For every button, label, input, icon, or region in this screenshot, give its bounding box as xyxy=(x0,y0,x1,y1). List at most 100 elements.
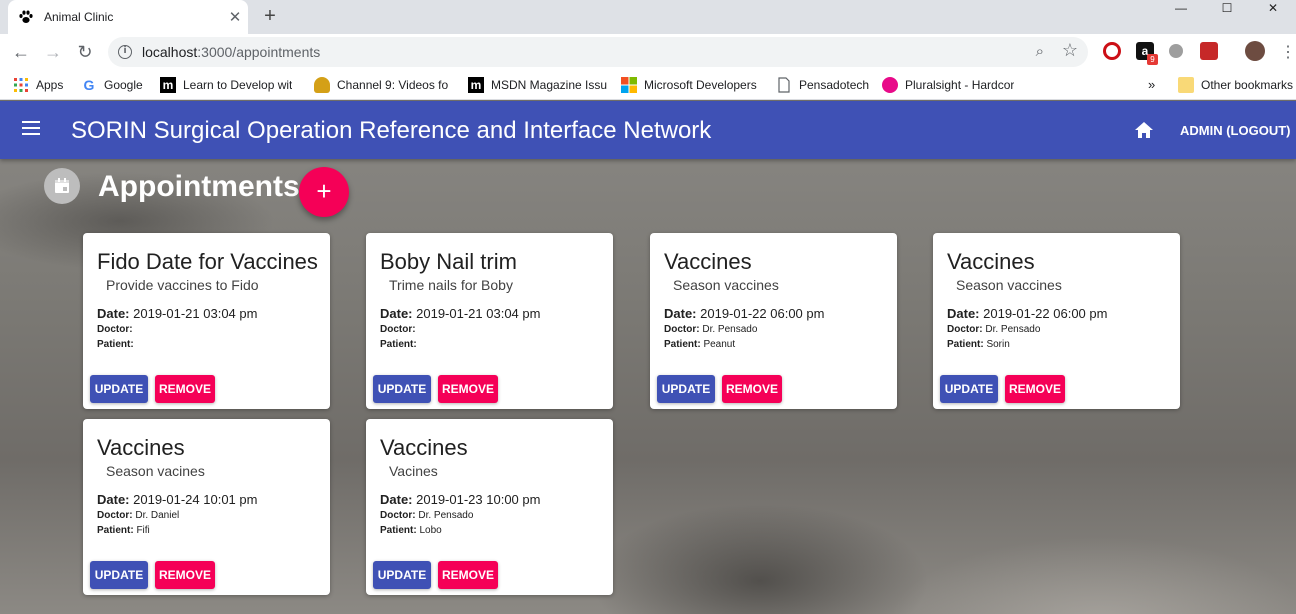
channel9-icon xyxy=(314,77,330,93)
bookmarks-bar: Apps G Google m Learn to Develop wit Cha… xyxy=(0,70,1296,100)
appointment-description: Vacines xyxy=(389,463,438,479)
back-icon[interactable]: ← xyxy=(8,39,34,65)
appointment-card: Vaccines Season vacines Date: 2019-01-24… xyxy=(83,419,330,595)
bookmarks-overflow-button[interactable]: » xyxy=(1148,77,1155,92)
appointment-card: Fido Date for Vaccines Provide vaccines … xyxy=(83,233,330,409)
appointment-date: Date: 2019-01-23 10:00 pm xyxy=(380,492,541,507)
appointment-doctor: Doctor: Dr. Daniel xyxy=(97,510,180,521)
app-title: SORIN Surgical Operation Reference and I… xyxy=(71,117,712,144)
appointment-title: Vaccines xyxy=(97,435,185,460)
bookmark-channel9[interactable]: Channel 9: Videos fo xyxy=(314,77,448,93)
browser-toolbar: ← → ↻ i localhost:3000/appointments ⌕ ☆ … xyxy=(0,34,1296,70)
appointment-title: Vaccines xyxy=(380,435,468,460)
appointment-date: Date: 2019-01-21 03:04 pm xyxy=(97,306,258,321)
add-appointment-button[interactable]: + xyxy=(299,167,349,217)
remove-button[interactable]: REMOVE xyxy=(155,375,215,403)
zoom-icon[interactable]: ⌕ xyxy=(1036,43,1044,60)
page-icon xyxy=(778,77,790,93)
apps-grid-icon xyxy=(14,78,28,92)
folder-icon xyxy=(1178,77,1194,93)
browser-tab[interactable]: Animal Clinic ✕ xyxy=(8,0,248,34)
remove-button[interactable]: REMOVE xyxy=(438,561,498,589)
window-controls: — ☐ ✕ xyxy=(1158,0,1296,16)
logout-button[interactable]: ADMIN (LOGOUT) xyxy=(1180,123,1290,138)
bookmark-star-icon[interactable]: ☆ xyxy=(1062,40,1078,61)
appointment-title: Vaccines xyxy=(664,249,752,274)
update-button[interactable]: UPDATE xyxy=(373,561,431,589)
profile-avatar[interactable] xyxy=(1245,41,1265,61)
m-icon: m xyxy=(160,77,176,93)
hamburger-menu-icon[interactable] xyxy=(22,121,40,135)
appointment-card: Vaccines Vacines Date: 2019-01-23 10:00 … xyxy=(366,419,613,595)
circle-extension-icon[interactable] xyxy=(1169,44,1183,58)
appointment-date: Date: 2019-01-22 06:00 pm xyxy=(664,306,825,321)
bookmark-pluralsight[interactable]: Pluralsight - Hardcor xyxy=(882,77,1014,93)
home-icon[interactable] xyxy=(1134,121,1154,139)
appointment-patient: Patient: Peanut xyxy=(664,339,736,350)
browser-tab-strip: Animal Clinic ✕ + — ☐ ✕ xyxy=(0,0,1296,34)
red-extension-icon[interactable] xyxy=(1200,42,1218,60)
update-button[interactable]: UPDATE xyxy=(90,375,148,403)
appointment-date: Date: 2019-01-21 03:04 pm xyxy=(380,306,541,321)
appointment-card: Vaccines Season vaccines Date: 2019-01-2… xyxy=(933,233,1180,409)
remove-button[interactable]: REMOVE xyxy=(722,375,782,403)
appointment-description: Provide vaccines to Fido xyxy=(106,277,259,293)
bookmark-google[interactable]: G Google xyxy=(81,77,143,93)
appointment-description: Season vacines xyxy=(106,463,205,479)
app-bar: SORIN Surgical Operation Reference and I… xyxy=(0,101,1296,159)
calendar-icon xyxy=(44,168,80,204)
close-window-button[interactable]: ✕ xyxy=(1250,0,1296,16)
new-tab-button[interactable]: + xyxy=(258,5,282,29)
update-button[interactable]: UPDATE xyxy=(657,375,715,403)
update-button[interactable]: UPDATE xyxy=(90,561,148,589)
tab-close-icon[interactable]: ✕ xyxy=(222,8,248,26)
update-button[interactable]: UPDATE xyxy=(373,375,431,403)
remove-button[interactable]: REMOVE xyxy=(1005,375,1065,403)
paw-icon xyxy=(19,10,33,23)
appointment-description: Season vaccines xyxy=(956,277,1062,293)
appointment-doctor: Doctor: Dr. Pensado xyxy=(380,510,474,521)
appointment-doctor: Doctor: Dr. Pensado xyxy=(664,324,758,335)
microsoft-icon xyxy=(621,77,637,93)
remove-button[interactable]: REMOVE xyxy=(438,375,498,403)
appointment-doctor: Doctor: xyxy=(97,324,133,335)
appointment-title: Fido Date for Vaccines xyxy=(97,249,318,274)
extension-badge: 9 xyxy=(1147,54,1158,65)
reload-icon[interactable]: ↻ xyxy=(72,39,98,65)
minimize-button[interactable]: — xyxy=(1158,0,1204,16)
appointment-patient: Patient: xyxy=(380,339,417,350)
appointment-title: Vaccines xyxy=(947,249,1035,274)
tab-title: Animal Clinic xyxy=(44,10,114,24)
appointment-description: Trime nails for Boby xyxy=(389,277,513,293)
appointment-patient: Patient: Lobo xyxy=(380,525,442,536)
google-icon: G xyxy=(83,77,95,93)
appointment-date: Date: 2019-01-22 06:00 pm xyxy=(947,306,1108,321)
appointment-date: Date: 2019-01-24 10:01 pm xyxy=(97,492,258,507)
appointment-title: Boby Nail trim xyxy=(380,249,517,274)
appointment-card: Boby Nail trim Trime nails for Boby Date… xyxy=(366,233,613,409)
other-bookmarks[interactable]: Other bookmarks xyxy=(1178,77,1293,93)
m-icon: m xyxy=(468,77,484,93)
maximize-button[interactable]: ☐ xyxy=(1204,0,1250,16)
update-button[interactable]: UPDATE xyxy=(940,375,998,403)
pluralsight-icon xyxy=(882,77,898,93)
appointment-patient: Patient: xyxy=(97,339,134,350)
bookmark-pensadotech[interactable]: Pensadotech xyxy=(776,77,869,93)
forward-icon[interactable]: → xyxy=(40,39,66,65)
bookmark-msdn-magazine[interactable]: m MSDN Magazine Issu xyxy=(468,77,607,93)
bookmark-apps[interactable]: Apps xyxy=(13,77,63,93)
address-bar[interactable]: i localhost:3000/appointments ⌕ ☆ xyxy=(108,37,1088,67)
appointment-description: Season vaccines xyxy=(673,277,779,293)
page-title: Appointments xyxy=(98,170,300,203)
remove-button[interactable]: REMOVE xyxy=(155,561,215,589)
browser-menu-icon[interactable]: ⋮ xyxy=(1280,42,1296,62)
url-text[interactable]: localhost:3000/appointments xyxy=(142,44,320,60)
info-icon[interactable]: i xyxy=(118,45,132,59)
appointment-patient: Patient: Fifi xyxy=(97,525,150,536)
appointment-patient: Patient: Sorin xyxy=(947,339,1010,350)
bookmark-microsoft-developers[interactable]: Microsoft Developers xyxy=(621,77,757,93)
appointment-doctor: Doctor: xyxy=(380,324,416,335)
opera-extension-icon[interactable] xyxy=(1103,42,1121,60)
bookmark-learn-to-develop[interactable]: m Learn to Develop wit xyxy=(160,77,292,93)
appointment-doctor: Doctor: Dr. Pensado xyxy=(947,324,1041,335)
